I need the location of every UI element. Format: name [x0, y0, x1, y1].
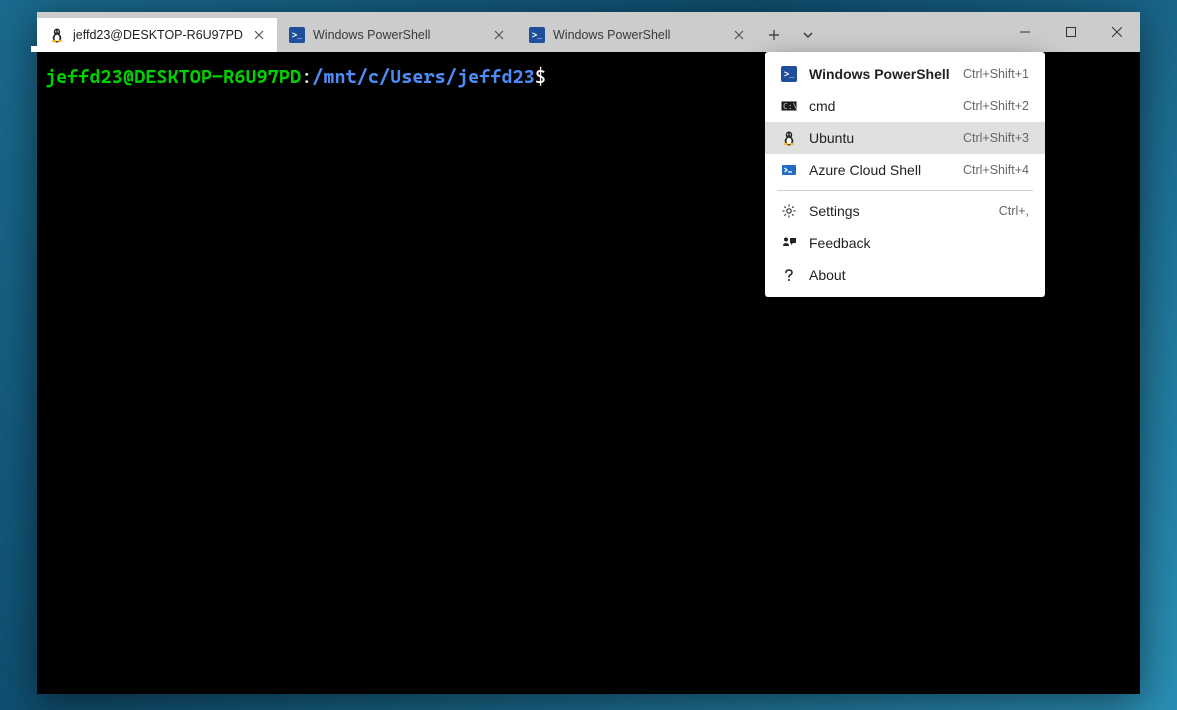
minimize-button[interactable] — [1002, 12, 1048, 52]
tab-label: Windows PowerShell — [553, 28, 723, 42]
new-tab-button[interactable] — [757, 18, 791, 52]
prompt-path: /mnt/c/Users/jeffd23 — [312, 66, 535, 88]
dropdown-item-ubuntu[interactable]: Ubuntu Ctrl+Shift+3 — [765, 122, 1045, 154]
tab-ubuntu[interactable]: jeffd23@DESKTOP-R6U97PD: /r — [37, 18, 277, 52]
dropdown-label: cmd — [809, 98, 951, 114]
close-button[interactable] — [1094, 12, 1140, 52]
azure-icon — [781, 162, 797, 178]
dropdown-button[interactable] — [791, 18, 825, 52]
tux-icon — [49, 27, 65, 43]
dropdown-label: Settings — [809, 203, 987, 219]
dropdown-label: About — [809, 267, 1017, 283]
dropdown-shortcut: Ctrl+Shift+2 — [963, 99, 1029, 113]
dropdown-label: Ubuntu — [809, 130, 951, 146]
dropdown-item-feedback[interactable]: Feedback — [765, 227, 1045, 259]
powershell-icon: >_ — [529, 27, 545, 43]
tab-label: Windows PowerShell — [313, 28, 483, 42]
dropdown-shortcut: Ctrl+Shift+4 — [963, 163, 1029, 177]
prompt-dollar: $ — [535, 66, 546, 88]
tab-strip: jeffd23@DESKTOP-R6U97PD: /r >_ Windows P… — [37, 12, 757, 52]
dropdown-item-powershell[interactable]: >_ Windows PowerShell Ctrl+Shift+1 — [765, 58, 1045, 90]
gear-icon — [781, 203, 797, 219]
dropdown-item-about[interactable]: About — [765, 259, 1045, 291]
titlebar-drag-area[interactable] — [825, 12, 1002, 52]
dropdown-item-cmd[interactable]: C:\ cmd Ctrl+Shift+2 — [765, 90, 1045, 122]
tab-powershell-2[interactable]: >_ Windows PowerShell — [517, 18, 757, 52]
window-controls — [1002, 12, 1140, 52]
titlebar: jeffd23@DESKTOP-R6U97PD: /r >_ Windows P… — [37, 12, 1140, 52]
new-tab-dropdown: >_ Windows PowerShell Ctrl+Shift+1 C:\ c… — [765, 52, 1045, 297]
dropdown-shortcut: Ctrl+Shift+1 — [963, 67, 1029, 81]
feedback-icon — [781, 235, 797, 251]
dropdown-shortcut: Ctrl+, — [999, 204, 1029, 218]
dropdown-separator — [777, 190, 1033, 191]
powershell-icon: >_ — [781, 66, 797, 82]
terminal-window: jeffd23@DESKTOP-R6U97PD: /r >_ Windows P… — [37, 12, 1140, 694]
tab-close-icon[interactable] — [491, 27, 507, 43]
tux-icon — [781, 130, 797, 146]
help-icon — [781, 267, 797, 283]
dropdown-shortcut: Ctrl+Shift+3 — [963, 131, 1029, 145]
tab-powershell-1[interactable]: >_ Windows PowerShell — [277, 18, 517, 52]
tab-close-icon[interactable] — [251, 27, 267, 43]
dropdown-item-settings[interactable]: Settings Ctrl+, — [765, 195, 1045, 227]
prompt-colon: : — [301, 66, 312, 88]
dropdown-item-azure[interactable]: Azure Cloud Shell Ctrl+Shift+4 — [765, 154, 1045, 186]
dropdown-label: Azure Cloud Shell — [809, 162, 951, 178]
powershell-icon: >_ — [289, 27, 305, 43]
tab-label: jeffd23@DESKTOP-R6U97PD: /r — [73, 28, 243, 42]
cmd-icon: C:\ — [781, 98, 797, 114]
dropdown-label: Windows PowerShell — [809, 66, 951, 82]
dropdown-label: Feedback — [809, 235, 1017, 251]
prompt-user: jeffd23@DESKTOP-R6U97PD — [45, 66, 301, 88]
maximize-button[interactable] — [1048, 12, 1094, 52]
tab-controls — [757, 12, 825, 52]
tab-close-icon[interactable] — [731, 27, 747, 43]
